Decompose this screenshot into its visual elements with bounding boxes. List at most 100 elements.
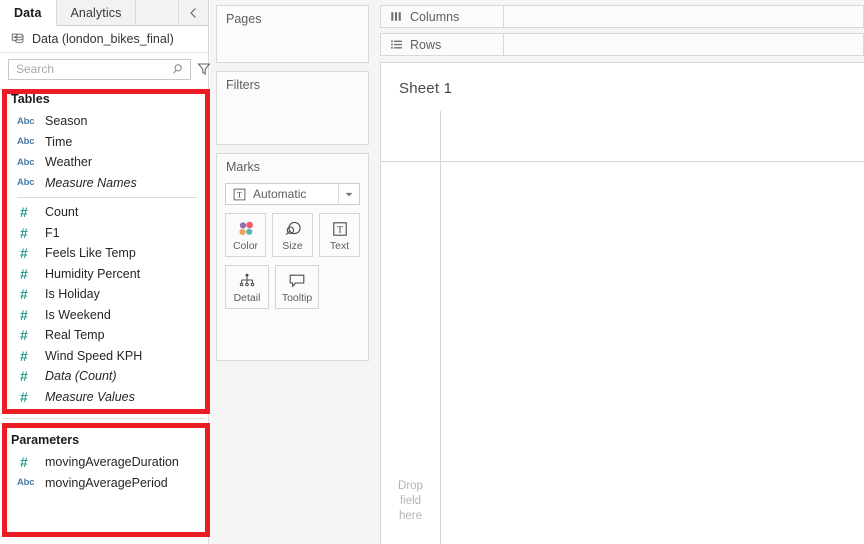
dimensions-list: Abc Season Abc Time Abc Weather Abc Meas…: [0, 111, 208, 193]
drop-field-here-hint[interactable]: Drop field here: [381, 479, 440, 524]
tableau-worksheet: Data Analytics Data (london_bikes_final): [0, 0, 864, 544]
search-input[interactable]: [16, 62, 171, 76]
field-label: Wind Speed KPH: [45, 348, 143, 363]
search-field-wrapper[interactable]: [8, 58, 191, 80]
number-icon: #: [20, 368, 28, 385]
svg-text:T: T: [337, 225, 343, 235]
abc-icon: Abc: [17, 156, 35, 168]
field-label: Real Temp: [45, 328, 105, 343]
drop-hint-line-1: Drop: [398, 480, 423, 492]
field-item-real-temp[interactable]: # Real Temp: [0, 325, 208, 346]
field-label: Time: [45, 134, 73, 149]
drop-hint-line-2: field: [399, 495, 422, 507]
number-icon: #: [20, 204, 28, 221]
abc-icon: Abc: [17, 115, 35, 127]
marks-detail-button[interactable]: Detail: [225, 265, 269, 309]
parameter-label: movingAverageDuration: [45, 455, 179, 470]
tab-analytics[interactable]: Analytics: [56, 0, 137, 25]
data-pane: Data Analytics Data (london_bikes_final): [0, 0, 252, 544]
marks-buttons-row-2: Detail Tooltip: [217, 257, 368, 309]
color-dots-icon: [237, 218, 255, 239]
svg-text:T: T: [237, 190, 242, 199]
field-item-is-holiday[interactable]: # Is Holiday: [0, 284, 208, 305]
mark-type-label: Automatic: [253, 187, 307, 201]
field-item-measure-names[interactable]: Abc Measure Names: [0, 173, 208, 194]
field-label: Is Holiday: [45, 287, 100, 302]
field-label: Weather: [45, 155, 93, 170]
parameter-label: movingAveragePeriod: [45, 475, 168, 490]
field-label: Measure Names: [45, 175, 137, 190]
mark-type-current[interactable]: T Automatic: [226, 187, 338, 201]
number-icon: #: [20, 388, 28, 405]
tab-analytics-label: Analytics: [70, 5, 122, 20]
field-label: Measure Values: [45, 389, 135, 404]
worksheet-area: Columns Rows Sheet 1 Drop field here: [375, 0, 864, 544]
field-item-data-count[interactable]: # Data (Count): [0, 366, 208, 387]
marks-text-button[interactable]: T Text: [319, 213, 360, 257]
abc-icon: Abc: [17, 136, 35, 148]
rows-label-text: Rows: [410, 37, 442, 52]
columns-shelf-dropzone[interactable]: [504, 5, 864, 28]
columns-icon: [391, 12, 401, 21]
row-axis-line: [440, 111, 441, 544]
tables-section: Tables Abc Season Abc Time Abc Weather A…: [0, 85, 208, 407]
search-icon: [171, 59, 186, 80]
marks-text-label: Text: [329, 240, 350, 252]
text-mark-icon: T: [233, 188, 246, 200]
shelf-cards-column: Pages Filters Marks T Automatic Color Si…: [210, 0, 375, 544]
marks-color-label: Color: [232, 240, 259, 252]
number-icon: #: [20, 327, 28, 344]
data-pane-searchbar: [0, 53, 252, 85]
field-label: Count: [45, 205, 79, 220]
tables-section-title: Tables: [11, 92, 50, 106]
rows-shelf-row: Rows: [380, 33, 864, 56]
marks-tooltip-button[interactable]: Tooltip: [275, 265, 319, 309]
columns-shelf-row: Columns: [380, 5, 864, 28]
tab-data-label: Data: [14, 5, 42, 20]
field-item-measure-values[interactable]: # Measure Values: [0, 387, 208, 408]
abc-icon: Abc: [17, 477, 35, 489]
columns-label-text: Columns: [410, 9, 460, 24]
datasource-item[interactable]: Data (london_bikes_final): [0, 26, 208, 53]
filters-card[interactable]: Filters: [216, 71, 369, 145]
abc-icon: Abc: [17, 177, 35, 189]
field-item-humidity-percent[interactable]: # Humidity Percent: [0, 264, 208, 285]
mark-type-dropdown[interactable]: T Automatic: [225, 183, 360, 205]
marks-card: Marks T Automatic Color Size T Text Deta…: [216, 153, 369, 361]
parameter-item-moving-average-period[interactable]: Abc movingAveragePeriod: [0, 473, 208, 494]
collapse-pane-button[interactable]: [178, 0, 208, 25]
parameters-section: Parameters # movingAverageDuration Abc m…: [0, 426, 208, 493]
filter-funnel-button[interactable]: [197, 59, 211, 80]
data-pane-tabstrip: Data Analytics: [0, 0, 208, 26]
size-circles-icon: [283, 218, 303, 239]
marks-color-button[interactable]: Color: [225, 213, 266, 257]
filter-funnel-icon: [197, 63, 211, 76]
field-item-time[interactable]: Abc Time: [0, 132, 208, 153]
field-item-feels-like-temp[interactable]: # Feels Like Temp: [0, 243, 208, 264]
field-item-is-weekend[interactable]: # Is Weekend: [0, 305, 208, 326]
columns-shelf-label: Columns: [380, 5, 504, 28]
number-icon: #: [20, 306, 28, 323]
field-item-season[interactable]: Abc Season: [0, 111, 208, 132]
rows-icon: [391, 40, 402, 49]
number-icon: #: [20, 347, 28, 364]
parameters-section-title: Parameters: [11, 433, 80, 447]
field-item-count[interactable]: # Count: [0, 202, 208, 223]
field-label: Season: [45, 114, 88, 129]
field-label: Data (Count): [45, 369, 117, 384]
field-item-weather[interactable]: Abc Weather: [0, 152, 208, 173]
viz-canvas[interactable]: Sheet 1 Drop field here: [380, 62, 864, 544]
marks-card-title: Marks: [226, 160, 261, 174]
mark-type-chevron[interactable]: [338, 184, 359, 204]
tab-data[interactable]: Data: [0, 0, 57, 26]
field-item-wind-speed-kph[interactable]: # Wind Speed KPH: [0, 346, 208, 367]
field-item-f1[interactable]: # F1: [0, 223, 208, 244]
field-label: F1: [45, 225, 60, 240]
marks-buttons-row-1: Color Size T Text: [217, 205, 368, 257]
chevron-left-icon: [190, 7, 196, 18]
parameter-item-moving-average-duration[interactable]: # movingAverageDuration: [0, 452, 208, 473]
rows-shelf-dropzone[interactable]: [504, 33, 864, 56]
marks-size-button[interactable]: Size: [272, 213, 313, 257]
pages-card[interactable]: Pages: [216, 5, 369, 63]
sheet-title[interactable]: Sheet 1: [381, 63, 864, 97]
